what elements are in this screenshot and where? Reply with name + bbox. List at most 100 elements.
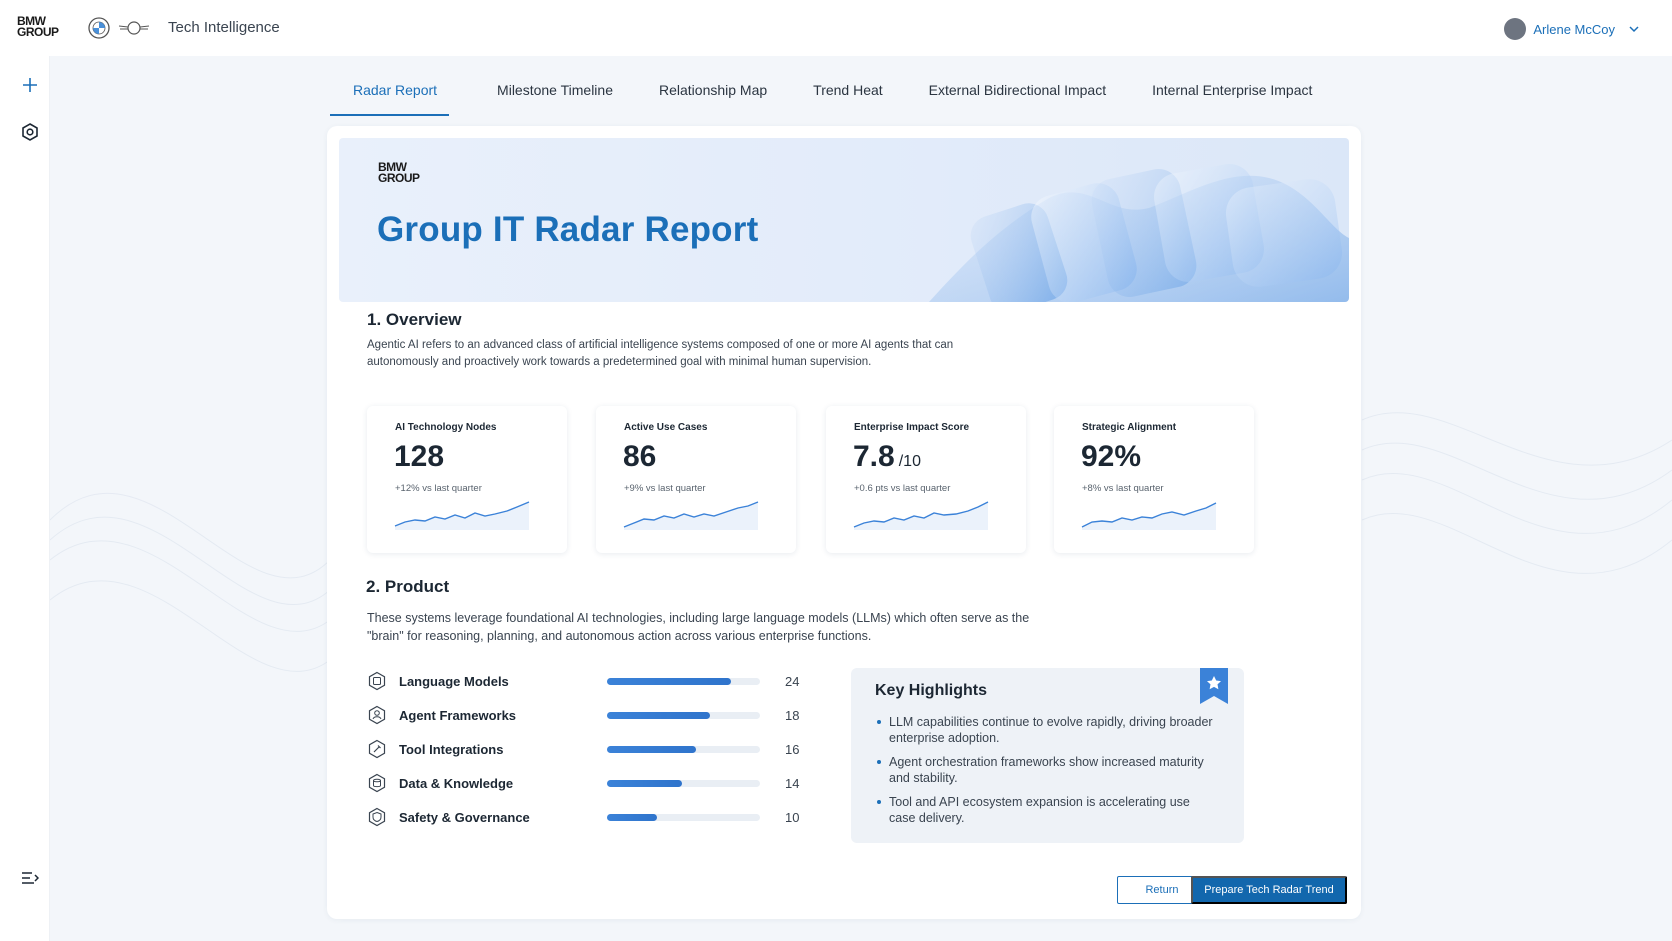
- tab-trend-heat[interactable]: Trend Heat: [790, 70, 906, 116]
- product-bar-fill: [607, 711, 710, 719]
- report-tabs: Radar Report Milestone Timeline Relation…: [330, 70, 1335, 116]
- product-label: Safety & Governance: [399, 809, 530, 825]
- add-button[interactable]: [18, 73, 42, 97]
- product-row-language-models[interactable]: Language Models 24: [367, 670, 799, 692]
- metric-label: Active Use Cases: [624, 422, 708, 433]
- product-count: 14: [785, 775, 800, 791]
- highlight-item: LLM capabilities continue to evolve rapi…: [875, 714, 1215, 746]
- highlight-item: Agent orchestration frameworks show incr…: [875, 754, 1215, 786]
- product-bar-track: [607, 745, 760, 753]
- product-count: 10: [785, 809, 800, 825]
- product-bar-fill: [607, 677, 731, 685]
- app-title: Tech Intelligence: [168, 19, 280, 36]
- product-bar-fill: [607, 779, 682, 787]
- metric-label: Strategic Alignment: [1082, 422, 1177, 433]
- overview-text: Agentic AI refers to an advanced class o…: [367, 337, 1067, 371]
- safety-governance-hexagon-icon: [367, 807, 387, 827]
- metric-value-number: 92%: [1081, 440, 1142, 473]
- report-card: BMW GROUP Group IT Radar Report 1. Overvi…: [327, 126, 1361, 919]
- tool-integrations-hexagon-icon: [367, 739, 387, 759]
- overview-text-line-2: autonomously and proactively work toward…: [367, 356, 872, 368]
- metric-value: 92%: [1081, 440, 1141, 474]
- left-rail: [0, 56, 50, 941]
- metric-delta: +12% vs last quarter: [395, 483, 482, 494]
- bullet-dot: [877, 800, 881, 804]
- avatar: [1504, 18, 1527, 40]
- metric-label: Enterprise Impact Score: [854, 422, 970, 433]
- product-count: 18: [785, 707, 800, 723]
- metric-delta: +9% vs last quarter: [624, 483, 706, 494]
- bmw-group-logo[interactable]: BMW GROUP: [17, 15, 59, 38]
- metric-delta: +0.6 pts vs last quarter: [854, 483, 951, 494]
- hero-bmw-group-logo: BMW GROUP: [378, 160, 420, 185]
- tab-radar-report[interactable]: Radar Report: [330, 70, 450, 116]
- product-row-agent-frameworks[interactable]: Agent Frameworks 18: [367, 704, 799, 726]
- product-row-data-knowledge[interactable]: Data & Knowledge 14: [367, 772, 799, 794]
- product-label: Language Models: [399, 673, 509, 689]
- tab-external-bidirectional-impact[interactable]: External Bidirectional Impact: [906, 70, 1129, 116]
- product-row-tool-integrations[interactable]: Tool Integrations 16: [367, 738, 799, 760]
- product-bar-track: [607, 677, 760, 685]
- product-label: Data & Knowledge: [399, 775, 514, 791]
- sparkline-chart: [394, 501, 530, 530]
- metric-value-number: 128: [394, 440, 445, 473]
- highlight-item: Tool and API ecosystem expansion is acce…: [875, 794, 1215, 826]
- metric-value: 86: [623, 440, 656, 474]
- tab-milestone-timeline[interactable]: Milestone Timeline: [449, 70, 636, 116]
- chevron-down-icon: [1629, 26, 1639, 33]
- metric-card-ai-technology-nodes: AI Technology Nodes 128 +12% vs last qua…: [367, 406, 567, 553]
- highlight-text: Agent orchestration frameworks show incr…: [889, 755, 1204, 785]
- product-count: 16: [785, 741, 800, 757]
- data-knowledge-hexagon-icon: [367, 773, 387, 793]
- overview-heading: 1. Overview: [367, 310, 462, 329]
- product-bar-fill: [607, 745, 696, 753]
- product-row-safety-governance[interactable]: Safety & Governance 10: [367, 806, 799, 828]
- metric-delta: +8% vs last quarter: [1082, 483, 1164, 494]
- product-text-line-2: "brain" for reasoning, planning, and aut…: [367, 629, 872, 643]
- user-menu[interactable]: Arlene McCoy: [1504, 18, 1640, 40]
- metric-card-strategic-alignment: Strategic Alignment 92% +8% vs last quar…: [1054, 406, 1254, 553]
- star-bookmark-icon: [1200, 668, 1228, 704]
- tab-relationship-map[interactable]: Relationship Map: [636, 70, 790, 116]
- metric-value-number: 86: [623, 440, 657, 473]
- metric-unit: /10: [898, 453, 921, 470]
- hexagon-settings-icon: [22, 123, 38, 141]
- product-label: Agent Frameworks: [399, 707, 517, 723]
- key-highlights-title: Key Highlights: [875, 682, 988, 699]
- metric-label: AI Technology Nodes: [395, 422, 497, 433]
- key-highlights-panel: Key Highlights LLM capabilities continue…: [851, 668, 1244, 843]
- radar-nav-button[interactable]: [18, 120, 42, 144]
- key-highlights-list: LLM capabilities continue to evolve rapi…: [875, 714, 1215, 834]
- menu-expand-icon: [22, 872, 39, 884]
- product-heading: 2. Product: [366, 577, 450, 596]
- plus-icon: [23, 78, 37, 92]
- tab-internal-enterprise-impact[interactable]: Internal Enterprise Impact: [1129, 70, 1335, 116]
- product-bar-track: [607, 779, 760, 787]
- agent-frameworks-hexagon-icon: [367, 705, 387, 725]
- product-text-line-1: These systems leverage foundational AI t…: [367, 611, 1030, 625]
- mini-wings-icon: [118, 21, 150, 35]
- user-name: Arlene McCoy: [1533, 21, 1615, 37]
- highlight-text: LLM capabilities continue to evolve rapi…: [889, 715, 1213, 745]
- sparkline-chart: [853, 501, 989, 530]
- hero-banner: BMW GROUP Group IT Radar Report: [339, 138, 1349, 302]
- prepare-tech-radar-trend-button[interactable]: Prepare Tech Radar Trend: [1191, 876, 1347, 904]
- product-count: 24: [785, 673, 800, 689]
- highlight-text: Tool and API ecosystem expansion is acce…: [889, 795, 1190, 825]
- collapse-menu-button[interactable]: [18, 866, 42, 890]
- top-bar: BMW GROUP Tech Intelligence Arlene McCoy: [0, 0, 1672, 56]
- language-models-hexagon-icon: [367, 671, 387, 691]
- metric-card-active-use-cases: Active Use Cases 86 +9% vs last quarter: [596, 406, 796, 553]
- sparkline-chart: [1081, 502, 1217, 530]
- bullet-dot: [877, 760, 881, 764]
- product-bar-track: [607, 813, 760, 821]
- bmw-roundel-icon: [88, 17, 110, 39]
- brand-logos: [88, 17, 150, 39]
- metric-card-enterprise-impact-score: Enterprise Impact Score 7.8/10 +0.6 pts …: [826, 406, 1026, 553]
- sparkline-chart: [623, 501, 759, 530]
- overview-text-line-1: Agentic AI refers to an advanced class o…: [367, 339, 954, 351]
- bullet-dot: [877, 720, 881, 724]
- metric-value: 7.8/10: [853, 440, 921, 474]
- product-text: These systems leverage foundational AI t…: [367, 609, 1087, 645]
- report-title: Group IT Radar Report: [377, 210, 759, 249]
